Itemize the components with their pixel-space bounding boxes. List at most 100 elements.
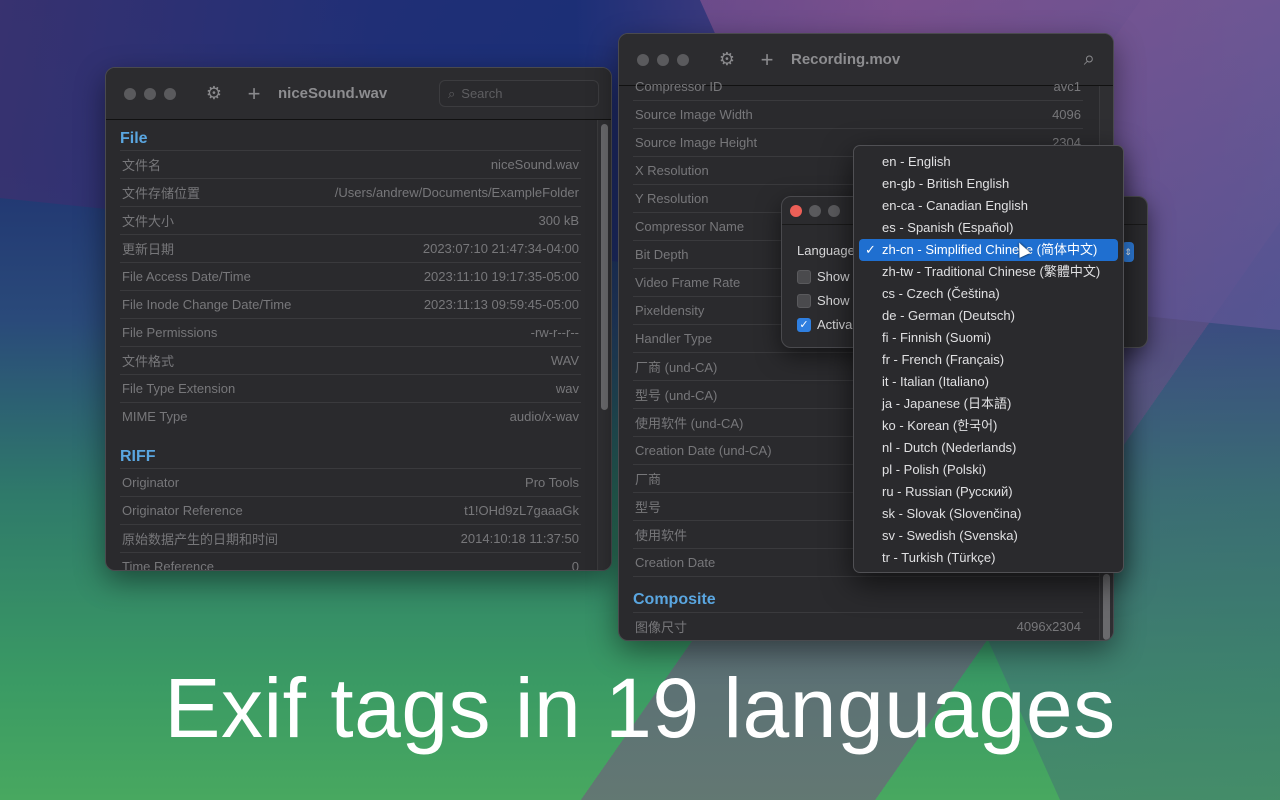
menu-item-language[interactable]: sv - Swedish (Svenska) xyxy=(859,525,1118,547)
menu-item-language[interactable]: tr - Turkish (Türkçe) xyxy=(859,547,1118,569)
menu-item-language[interactable]: pl - Polish (Polski) xyxy=(859,459,1118,481)
menu-item-label: en-ca - Canadian English xyxy=(882,198,1028,213)
section-heading: Composite xyxy=(633,576,1113,612)
menu-item-label: sv - Swedish (Svenska) xyxy=(882,528,1018,543)
menu-item-language[interactable]: ru - Russian (Русский) xyxy=(859,481,1118,503)
menu-item-language[interactable]: en - English xyxy=(859,151,1118,173)
menu-item-label: ru - Russian (Русский) xyxy=(882,484,1013,499)
menu-item-language[interactable]: ko - Korean (한국어) xyxy=(859,415,1118,437)
checkbox-2[interactable]: Show xyxy=(797,293,850,308)
tag-name: 型号 xyxy=(635,500,662,515)
menu-item-language[interactable]: es - Spanish (Español) xyxy=(859,217,1118,239)
menu-item-label: cs - Czech (Čeština) xyxy=(882,286,1000,301)
zoom-button[interactable] xyxy=(828,204,840,217)
tag-name: File Inode Change Date/Time xyxy=(122,297,292,312)
scrollbar[interactable] xyxy=(597,120,611,570)
close-button[interactable] xyxy=(790,204,802,217)
menu-item-language[interactable]: ✓ zh-cn - Simplified Chinese (简体中文) xyxy=(859,239,1118,261)
menu-item-label: de - German (Deutsch) xyxy=(882,308,1015,323)
menu-item-language[interactable]: sk - Slovak (Slovenčina) xyxy=(859,503,1118,525)
minimize-button[interactable] xyxy=(809,204,821,217)
menu-item-language[interactable]: fi - Finnish (Suomi) xyxy=(859,327,1118,349)
tag-value: WAV xyxy=(550,353,579,368)
close-button[interactable] xyxy=(637,53,649,66)
menu-item-language[interactable]: en-gb - British English xyxy=(859,173,1118,195)
headline: Exif tags in 19 languages xyxy=(164,661,1116,755)
menu-item-language[interactable]: de - German (Deutsch) xyxy=(859,305,1118,327)
tag-name: Originator Reference xyxy=(122,503,243,518)
scrollbar-thumb[interactable] xyxy=(1103,574,1110,640)
menu-item-language[interactable]: cs - Czech (Čeština) xyxy=(859,283,1118,305)
checkmark-icon[interactable]: ✓ xyxy=(797,317,811,332)
close-button[interactable] xyxy=(124,87,136,100)
left-window-titlebar: ⚙ + niceSound.wav ⌕ Search xyxy=(106,68,611,120)
zoom-button[interactable] xyxy=(677,53,689,66)
checkbox-3[interactable]: ✓ Activa xyxy=(797,317,852,332)
tag-name: Compressor Name xyxy=(635,219,745,234)
metadata-row[interactable]: Time Reference 0 xyxy=(120,552,581,570)
menu-item-language[interactable]: zh-tw - Traditional Chinese (繁體中文) xyxy=(859,261,1118,283)
tag-name: Video Frame Rate xyxy=(635,275,741,290)
metadata-row[interactable]: Originator Reference t1!OHd9zL7gaaaGk xyxy=(120,496,581,524)
section-heading: File xyxy=(120,130,148,147)
metadata-row[interactable]: File Access Date/Time 2023:11:10 19:17:35… xyxy=(120,262,581,290)
metadata-row[interactable]: 文件名 niceSound.wav xyxy=(120,150,581,178)
metadata-row[interactable]: 更新日期 2023:07:10 21:47:34-04:00 xyxy=(120,234,581,262)
settings-gear-icon[interactable]: ⚙ xyxy=(717,49,737,70)
metadata-row[interactable]: File Inode Change Date/Time 2023:11:13 09… xyxy=(120,290,581,318)
metadata-row[interactable]: MIME Type audio/x-wav xyxy=(120,402,581,430)
metadata-row[interactable]: File Permissions -rw-r--r-- xyxy=(120,318,581,346)
tag-value: 2023:11:10 19:17:35-05:00 xyxy=(423,269,579,284)
search-input[interactable]: ⌕ Search xyxy=(439,80,599,107)
menu-item-language[interactable]: ja - Japanese (日本語) xyxy=(859,393,1118,415)
minimize-button[interactable] xyxy=(144,87,156,100)
search-placeholder: Search xyxy=(461,86,503,101)
tag-name: File Permissions xyxy=(122,325,218,340)
tag-value: audio/x-wav xyxy=(509,409,579,424)
menu-item-label: sk - Slovak (Slovenčina) xyxy=(882,506,1022,521)
menu-item-language[interactable]: en-ca - Canadian English xyxy=(859,195,1118,217)
minimize-button[interactable] xyxy=(657,53,669,66)
tag-name: File Type Extension xyxy=(122,381,236,396)
tag-name: 使用软件 (und-CA) xyxy=(635,416,744,431)
zoom-button[interactable] xyxy=(164,87,176,100)
metadata-row[interactable]: 文件存储位置/Users/andrew/Documents/ExampleFol… xyxy=(120,178,581,206)
tag-value: 2023:07:10 21:47:34-04:00 xyxy=(422,241,579,256)
menu-item-label: tr - Turkish (Türkçe) xyxy=(882,550,996,565)
metadata-row[interactable]: Compressor ID avc1 xyxy=(633,72,1083,100)
tag-name: 文件大小 xyxy=(122,214,175,229)
metadata-row[interactable]: 图像尺寸 4096x2304 xyxy=(633,612,1083,640)
menu-item-language[interactable]: it - Italian (Italiano) xyxy=(859,371,1118,393)
metadata-row[interactable]: 原始数据产生的日期和时间 2014:10:18 11:37:50 xyxy=(120,524,581,552)
search-icon[interactable]: ⌕ xyxy=(1084,48,1095,71)
language-menu: en - English en-gb - British English en-ca… xyxy=(853,145,1124,573)
menu-item-language[interactable]: nl - Dutch (Nederlands) xyxy=(859,437,1118,459)
metadata-row[interactable]: 文件大小 300 kB xyxy=(120,206,581,234)
menu-item-label: pl - Polish (Polski) xyxy=(882,462,987,477)
checkbox-box[interactable] xyxy=(797,269,811,284)
menu-item-label: en - English xyxy=(882,154,951,169)
tag-name: 文件存储位置 xyxy=(122,186,201,201)
tag-value: t1!OHd9zL7gaaaGk xyxy=(464,503,579,518)
tag-name: 使用软件 xyxy=(635,528,688,543)
add-icon[interactable]: + xyxy=(244,81,264,107)
tag-value: 300 kB xyxy=(538,213,579,228)
metadata-row[interactable]: Source Image Width 4096 xyxy=(633,100,1083,128)
scrollbar-thumb[interactable] xyxy=(601,124,608,410)
menu-item-label: zh-cn - Simplified Chinese (简体中文) xyxy=(882,242,1098,257)
tag-name: 原始数据产生的日期和时间 xyxy=(122,532,279,547)
metadata-row[interactable]: Originator Pro Tools xyxy=(120,468,581,496)
tag-value: /Users/andrew/Documents/ExampleFolder xyxy=(334,185,579,200)
menu-item-label: zh-tw - Traditional Chinese (繁體中文) xyxy=(882,264,1101,279)
menu-item-label: ja - Japanese (日本語) xyxy=(882,396,1012,411)
menu-item-label: es - Spanish (Español) xyxy=(882,220,1014,235)
checkbox-1[interactable]: Show xyxy=(797,269,850,284)
metadata-row[interactable]: 文件格式 WAV xyxy=(120,346,581,374)
checkbox-label: Show xyxy=(817,269,850,284)
checkbox-box[interactable] xyxy=(797,293,811,308)
search-icon: ⌕ xyxy=(448,85,456,101)
add-icon[interactable]: + xyxy=(757,47,777,73)
settings-gear-icon[interactable]: ⚙ xyxy=(204,83,224,104)
metadata-row[interactable]: File Type Extension wav xyxy=(120,374,581,402)
menu-item-language[interactable]: fr - French (Français) xyxy=(859,349,1118,371)
